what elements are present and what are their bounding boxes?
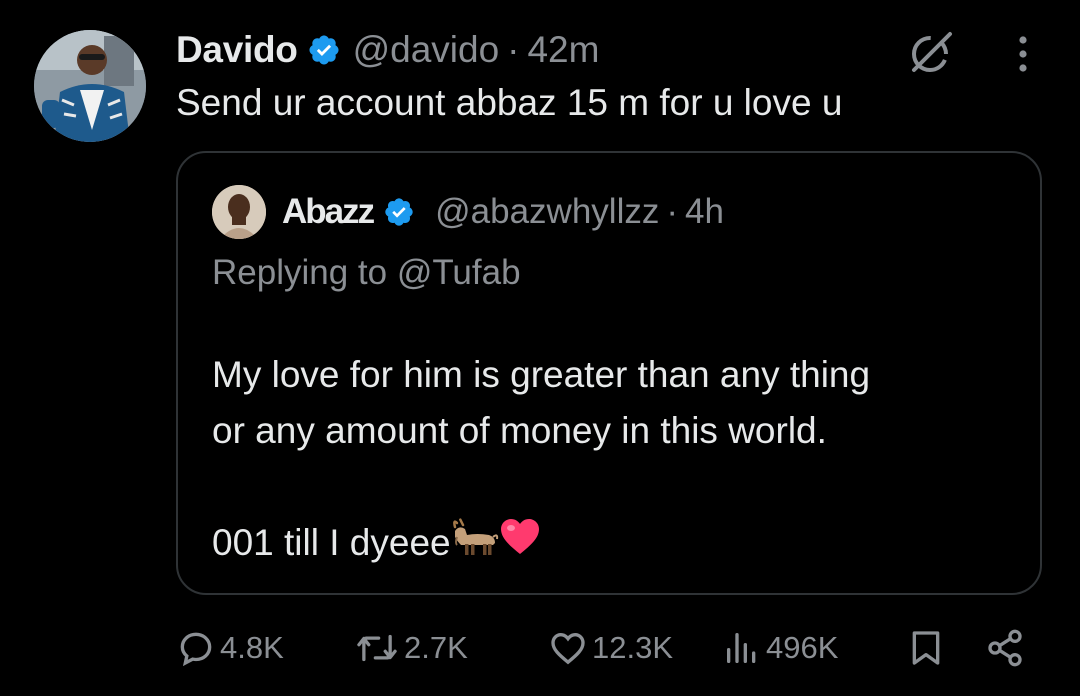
quoted-tweet-header: Abazz @abazwhyllzz · 4h [212,185,724,239]
goat-emoji [451,517,499,573]
views-icon [727,633,756,663]
like-count: 12.3K [592,630,674,665]
tweet-header: Davido @davido · 42m [176,28,599,72]
quoted-author-avatar[interactable] [212,185,266,239]
tweet-time[interactable]: 42m [527,29,599,71]
author-name[interactable]: Davido [176,29,298,71]
heart-emoji [499,517,541,573]
repost-button[interactable]: 2.7K [354,620,468,676]
separator-dot: · [507,29,520,70]
repost-icon [357,634,397,662]
author-handle[interactable]: @davido [353,29,500,71]
quoted-tweet-time: 4h [685,192,724,231]
views-button[interactable]: 496K [722,620,838,676]
grok-icon[interactable] [904,26,956,78]
share-button[interactable] [982,620,1032,676]
reply-count: 4.8K [220,630,284,665]
reply-button[interactable]: 4.8K [176,620,284,676]
bookmark-button[interactable] [906,620,950,676]
quoted-verified-badge-icon [383,196,415,228]
quoted-sign-off-line: 001 till I dyeee [212,515,870,573]
action-bar: 4.8K 2.7K 12.3K 496K [0,620,1080,676]
tweet-text: Send ur account abbaz 15 m for u love u [176,82,843,123]
views-count: 496K [766,630,839,665]
author-avatar[interactable] [34,30,146,142]
bookmark-icon [912,631,940,665]
replying-to-label: Replying to @Tufab [212,253,521,292]
quoted-author-handle: @abazwhyllzz [435,192,660,231]
like-icon [551,632,585,665]
like-button[interactable]: 12.3K [548,620,673,676]
quoted-author-name: Abazz [282,192,375,231]
repost-count: 2.7K [404,630,468,665]
reply-icon [180,632,212,667]
quoted-tweet-text: My love for him is greater than any thin… [212,347,870,573]
quoted-text-line: or any amount of money in this world. [212,410,827,451]
quoted-text-line: My love for him is greater than any thin… [212,354,871,395]
share-icon [988,629,1022,667]
quoted-tweet-card[interactable]: Abazz @abazwhyllzz · 4h Replying to @Tuf… [176,151,1042,595]
more-icon[interactable] [1012,34,1034,74]
verified-badge-icon[interactable] [307,33,341,67]
quoted-sign-off-text: 001 till I dyeee [212,522,451,563]
quoted-separator-dot: · [666,192,678,231]
